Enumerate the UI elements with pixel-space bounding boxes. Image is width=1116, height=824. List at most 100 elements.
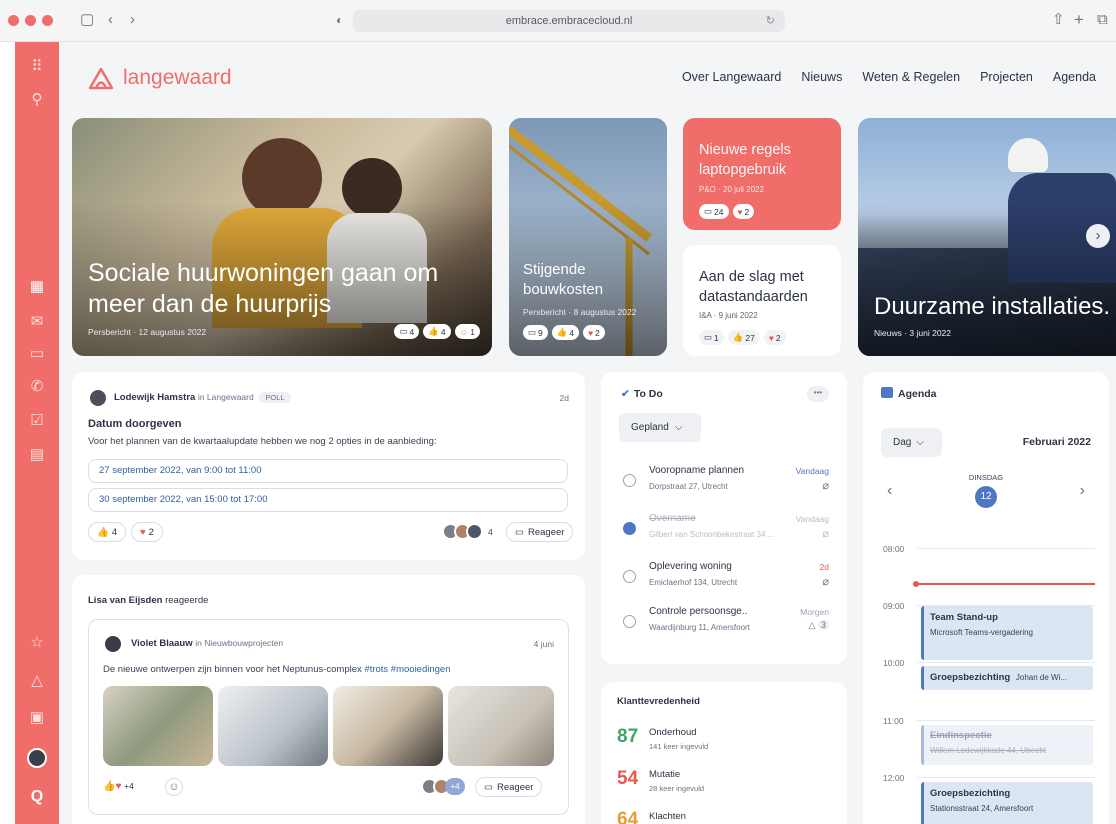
heart-icon: ♥ bbox=[588, 327, 594, 338]
laptop-rules-card[interactable]: Nieuwe regels laptopgebruik P&O · 20 jul… bbox=[683, 118, 841, 230]
apps-grid-icon[interactable]: ⠿ bbox=[15, 54, 59, 80]
search-icon[interactable]: ⚲ bbox=[15, 87, 59, 113]
construction-news-card[interactable]: Stijgende bouwkosten Persbericht · 8 aug… bbox=[509, 118, 667, 356]
nav-item-projecten[interactable]: Projecten bbox=[980, 70, 1033, 84]
poll-heart-button[interactable]: ♥ 2 bbox=[131, 522, 163, 542]
todo-checkbox[interactable] bbox=[623, 615, 636, 628]
data-standards-card[interactable]: Aan de slag met datastandaarden I&A · 9 … bbox=[683, 245, 841, 356]
satisfaction-label[interactable]: Mutatie bbox=[649, 769, 680, 780]
todo-checkbox-done[interactable] bbox=[623, 522, 636, 535]
reload-icon[interactable]: ↻ bbox=[766, 10, 775, 32]
nav-item-over[interactable]: Over Langewaard bbox=[682, 70, 781, 84]
laptop-rules-reactions: ▭ 24 ♥ 2 bbox=[699, 204, 755, 219]
hero-news-card[interactable]: Sociale huurwoningen gaan om meer dan de… bbox=[72, 118, 492, 356]
activity-post: Lisa van Eijsden reageerde Violet Blaauw… bbox=[72, 575, 585, 824]
sidebar-toggle-icon[interactable]: ▢ bbox=[80, 10, 94, 30]
nav-item-nieuws[interactable]: Nieuws bbox=[801, 70, 842, 84]
heart-count[interactable]: ♥ 2 bbox=[763, 330, 786, 345]
todo-title[interactable]: Overname bbox=[649, 513, 696, 524]
shared-author[interactable]: Violet Blaauw bbox=[131, 638, 193, 649]
like-count[interactable]: 👍 27 bbox=[727, 330, 760, 345]
agenda-view-dropdown[interactable]: Dag ⌵ bbox=[881, 428, 942, 457]
messages-icon[interactable]: ▣ bbox=[15, 705, 59, 731]
comment-count[interactable]: ▭ 1 bbox=[699, 330, 724, 345]
poll-author[interactable]: Lodewijk Hamstra bbox=[114, 392, 195, 403]
attachment-icon[interactable]: ⌀ bbox=[822, 575, 829, 588]
agenda-event-cancelled[interactable]: Eindinspectie Willem Lodewijkkade 44, Ut… bbox=[921, 725, 1093, 765]
laugh-count[interactable]: ☺ 1 bbox=[454, 324, 480, 339]
forward-icon[interactable]: › bbox=[130, 10, 135, 30]
agenda-event[interactable]: Team Stand-up Microsoft Teams-vergaderin… bbox=[921, 606, 1093, 660]
previous-day-icon[interactable]: ‹ bbox=[887, 482, 892, 500]
author-avatar[interactable] bbox=[103, 634, 123, 654]
tasks-icon[interactable]: ☑ bbox=[15, 408, 59, 434]
design-photo-3[interactable] bbox=[333, 686, 443, 766]
todo-filter-dropdown[interactable]: Gepland ⌵ bbox=[619, 413, 701, 442]
mail-icon[interactable]: ✉ bbox=[15, 309, 59, 335]
new-tab-icon[interactable]: + bbox=[1074, 10, 1084, 30]
participant-avatar bbox=[466, 523, 483, 540]
satisfaction-label[interactable]: Onderhoud bbox=[649, 727, 697, 738]
design-photo-1[interactable] bbox=[103, 686, 213, 766]
comment-count[interactable]: ▭ 24 bbox=[699, 204, 729, 219]
todo-title[interactable]: Vooropname plannen bbox=[649, 465, 744, 476]
chat-icon[interactable]: ▭ bbox=[15, 341, 59, 367]
comment-count[interactable]: ▭ 4 bbox=[394, 324, 420, 339]
poll-option-2[interactable]: 30 september 2022, van 15:00 tot 17:00 bbox=[88, 488, 568, 512]
close-window-button[interactable] bbox=[8, 15, 19, 26]
comment-count[interactable]: ▭ 9 bbox=[523, 325, 548, 340]
design-photo-2[interactable] bbox=[218, 686, 328, 766]
attachment-icon[interactable]: ⌀ bbox=[822, 527, 829, 540]
heart-count[interactable]: ♥ 2 bbox=[732, 204, 755, 219]
add-reaction-icon[interactable]: ☺ bbox=[165, 778, 183, 796]
dashboard-icon[interactable]: ▦ bbox=[15, 274, 59, 300]
heart-count[interactable]: ♥ 2 bbox=[583, 325, 605, 340]
todo-title[interactable]: Controle persoonsge.. bbox=[649, 606, 747, 617]
tabs-overview-icon[interactable]: ⧉ bbox=[1097, 10, 1108, 30]
shield-icon[interactable]: ◐ bbox=[336, 10, 343, 30]
poll-option-1[interactable]: 27 september 2022, van 9:00 tot 11:00 bbox=[88, 459, 568, 483]
agenda-day[interactable]: 12 bbox=[975, 486, 997, 508]
nav-item-agenda[interactable]: Agenda bbox=[1053, 70, 1096, 84]
share-icon[interactable]: ⇧ bbox=[1052, 10, 1065, 30]
user-avatar[interactable] bbox=[27, 748, 47, 768]
minimize-window-button[interactable] bbox=[25, 15, 36, 26]
zoom-window-button[interactable] bbox=[42, 15, 53, 26]
author-avatar[interactable] bbox=[88, 388, 108, 408]
next-day-icon[interactable]: › bbox=[1080, 482, 1085, 500]
hashtags[interactable]: #trots #mooiedingen bbox=[364, 664, 450, 675]
like-count[interactable]: 👍 4 bbox=[423, 324, 451, 339]
todo-title[interactable]: Oplevering woning bbox=[649, 561, 732, 572]
design-photo-4[interactable] bbox=[448, 686, 554, 766]
poll-reply-button[interactable]: ▭ Reageer bbox=[506, 522, 574, 542]
like-count[interactable]: 👍 4 bbox=[551, 325, 580, 340]
activity-actor[interactable]: Lisa van Eijsden bbox=[88, 595, 162, 606]
attachment-icon[interactable]: ⌀ bbox=[822, 479, 829, 492]
shared-date: 4 juni bbox=[533, 639, 554, 649]
chevron-down-icon: ⌵ bbox=[916, 437, 924, 448]
reminder-count[interactable]: △ 3 bbox=[809, 620, 829, 631]
app-logo-icon[interactable]: Q bbox=[27, 787, 47, 807]
bell-icon[interactable]: △ bbox=[15, 668, 59, 694]
back-icon[interactable]: ‹ bbox=[108, 10, 113, 30]
carousel-next-button[interactable]: › bbox=[1086, 224, 1110, 248]
phone-icon[interactable]: ✆ bbox=[15, 374, 59, 400]
todo-when: 2d bbox=[819, 562, 829, 572]
todo-checkbox[interactable] bbox=[623, 570, 636, 583]
address-bar[interactable]: embrace.embracecloud.nl ↻ bbox=[353, 10, 785, 32]
agenda-event[interactable]: Groepsbezichting Johan de Wi... bbox=[921, 666, 1093, 690]
star-icon[interactable]: ☆ bbox=[15, 630, 59, 656]
clipboard-icon[interactable]: ▤ bbox=[15, 442, 59, 468]
brand-logo[interactable]: langewaard bbox=[87, 62, 232, 94]
nav-item-weten-regelen[interactable]: Weten & Regelen bbox=[862, 70, 960, 84]
poll-like-button[interactable]: 👍 4 bbox=[88, 522, 127, 542]
browser-toolbar: ▢ ‹ › ◐ embrace.embracecloud.nl ↻ ⇧ + ⧉ bbox=[0, 0, 1116, 42]
shared-reactions[interactable]: 👍♥ +4 bbox=[103, 781, 134, 792]
satisfaction-score: 54 bbox=[617, 768, 639, 789]
satisfaction-label[interactable]: Klachten bbox=[649, 811, 686, 822]
agenda-event[interactable]: Groepsbezichting Stationsstraat 24, Amer… bbox=[921, 782, 1093, 824]
shared-reply-button[interactable]: ▭ Reageer bbox=[475, 777, 543, 797]
todo-checkbox[interactable] bbox=[623, 474, 636, 487]
solar-news-card[interactable]: Duurzame installaties. Nieuws · 3 juni 2… bbox=[858, 118, 1116, 356]
more-options-icon[interactable]: ••• bbox=[807, 386, 829, 402]
